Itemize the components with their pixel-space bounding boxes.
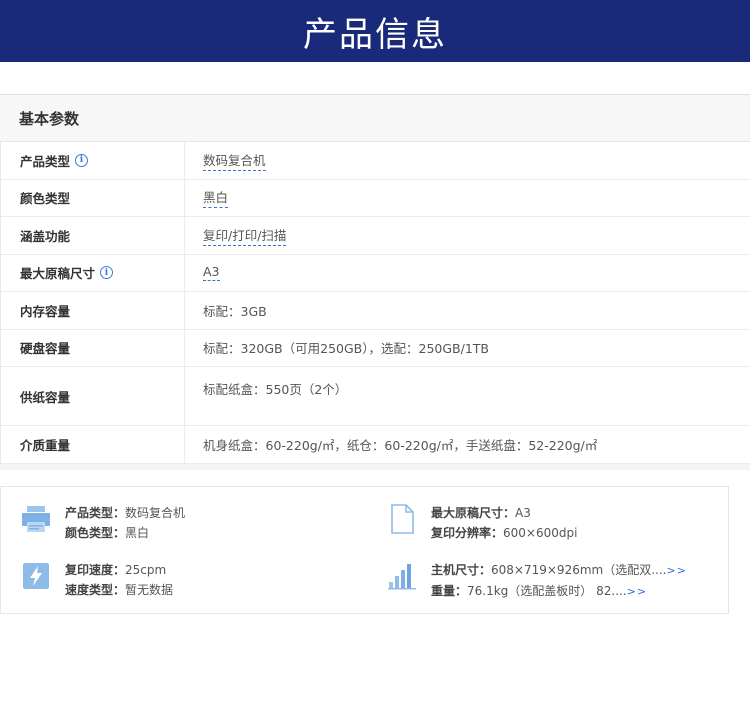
summary-value: 76.1kg（选配盖板时） 82.... <box>467 584 627 598</box>
param-label-text: 内存容量 <box>20 303 71 319</box>
param-row-max-original-size: 最大原稿尺寸 i A3 <box>1 254 750 292</box>
summary-item-speed: 复印速度：25cpm 速度类型：暂无数据 <box>21 560 173 600</box>
param-label: 颜色类型 <box>1 179 185 216</box>
more-link[interactable]: >> <box>627 585 647 598</box>
size-chart-icon <box>387 560 417 592</box>
param-value: 数码复合机 <box>185 142 750 179</box>
params-header-title: 基本参数 <box>19 109 80 128</box>
summary-item-type: 产品类型：数码复合机 颜色类型：黑白 <box>21 503 185 543</box>
param-label-text: 供纸容量 <box>20 389 71 405</box>
summary-line: 重量：76.1kg（选配盖板时） 82....>> <box>431 581 687 602</box>
param-value: 标配纸盒：550页（2个） <box>185 367 750 425</box>
param-value-link[interactable]: A3 <box>203 264 220 282</box>
summary-value: 25cpm <box>125 563 167 577</box>
param-row-product-type: 产品类型 i 数码复合机 <box>1 142 750 180</box>
param-row-memory: 内存容量 标配：3GB <box>1 292 750 330</box>
summary-line: 速度类型：暂无数据 <box>65 580 173 600</box>
param-label: 最大原稿尺寸 i <box>1 254 185 291</box>
summary-key: 速度类型： <box>65 583 126 597</box>
param-value-text: 标配：320GB（可用250GB），选配：250GB/1TB <box>203 341 489 357</box>
summary-key: 复印分辨率： <box>431 526 504 540</box>
param-row-functions: 涵盖功能 复印/打印/扫描 <box>1 217 750 255</box>
param-row-paper-capacity: 供纸容量 标配纸盒：550页（2个） <box>1 367 750 426</box>
param-label: 供纸容量 <box>1 367 185 425</box>
param-value: 复印/打印/扫描 <box>185 217 750 254</box>
summary-line: 主机尺寸：608×719×926mm（选配双....>> <box>431 560 687 581</box>
summary-line: 产品类型：数码复合机 <box>65 503 185 523</box>
summary-value: 608×719×926mm（选配双.... <box>491 563 667 577</box>
param-row-media-weight: 介质重量 机身纸盒：60-220g/㎡，纸仓：60-220g/㎡，手送纸盘：52… <box>1 426 750 464</box>
param-label: 内存容量 <box>1 292 185 329</box>
summary-line: 最大原稿尺寸：A3 <box>431 503 577 523</box>
param-label-text: 介质重量 <box>20 437 71 453</box>
summary-item-original: 最大原稿尺寸：A3 复印分辨率：600×600dpi <box>387 503 577 543</box>
param-value-link[interactable]: 数码复合机 <box>203 150 266 171</box>
summary-key: 最大原稿尺寸： <box>431 506 516 520</box>
summary-lines: 主机尺寸：608×719×926mm（选配双....>> 重量：76.1kg（选… <box>431 560 687 602</box>
more-link[interactable]: >> <box>666 564 686 577</box>
param-value-link[interactable]: 黑白 <box>203 187 229 209</box>
param-label-text: 产品类型 <box>20 153 71 169</box>
param-value-text: 机身纸盒：60-220g/㎡，纸仓：60-220g/㎡，手送纸盘：52-220g… <box>203 437 598 453</box>
banner-title: 产品信息 <box>303 14 447 55</box>
summary-value: 黑白 <box>125 526 150 540</box>
summary-key: 颜色类型： <box>65 526 126 540</box>
param-label: 硬盘容量 <box>1 329 185 366</box>
summary-lines: 最大原稿尺寸：A3 复印分辨率：600×600dpi <box>431 503 577 543</box>
param-value-text: 标配纸盒：550页（2个） <box>203 382 348 397</box>
param-value: 标配：320GB（可用250GB），选配：250GB/1TB <box>185 330 750 367</box>
param-value-text: 标配：3GB <box>203 303 267 319</box>
summary-line: 复印速度：25cpm <box>65 560 173 580</box>
info-icon[interactable]: i <box>100 266 114 280</box>
summary-lines: 产品类型：数码复合机 颜色类型：黑白 <box>65 503 185 543</box>
basic-params-section: 基本参数 产品类型 i 数码复合机 颜色类型 黑白 涵盖功能 复印/打印/扫描 … <box>0 94 750 470</box>
summary-value: 600×600dpi <box>503 526 578 540</box>
summary-key: 产品类型： <box>65 506 126 520</box>
summary-value: 暂无数据 <box>125 583 174 597</box>
info-icon[interactable]: i <box>75 153 89 167</box>
param-row-hard-disk: 硬盘容量 标配：320GB（可用250GB），选配：250GB/1TB <box>1 329 750 367</box>
param-value: 黑白 <box>185 180 750 217</box>
summary-panel: 产品类型：数码复合机 颜色类型：黑白 最大原稿尺寸：A3 复印分辨率：600×6… <box>0 486 729 614</box>
param-label-text: 涵盖功能 <box>20 228 71 244</box>
summary-key: 重量： <box>431 584 468 598</box>
param-label-text: 颜色类型 <box>20 191 71 207</box>
param-value: A3 <box>185 255 750 292</box>
summary-value: 数码复合机 <box>125 506 186 520</box>
param-value: 标配：3GB <box>185 292 750 329</box>
param-label-text: 最大原稿尺寸 <box>20 266 96 282</box>
printer-icon <box>21 503 51 535</box>
summary-line: 复印分辨率：600×600dpi <box>431 523 577 543</box>
params-header: 基本参数 <box>0 95 750 142</box>
summary-lines: 复印速度：25cpm 速度类型：暂无数据 <box>65 560 173 600</box>
summary-item-size: 主机尺寸：608×719×926mm（选配双....>> 重量：76.1kg（选… <box>387 560 687 602</box>
summary-key: 复印速度： <box>65 563 126 577</box>
params-table: 产品类型 i 数码复合机 颜色类型 黑白 涵盖功能 复印/打印/扫描 最大原稿尺… <box>0 142 750 464</box>
param-row-color-type: 颜色类型 黑白 <box>1 179 750 217</box>
summary-line: 颜色类型：黑白 <box>65 523 185 543</box>
param-label-text: 硬盘容量 <box>20 341 71 357</box>
summary-key: 主机尺寸： <box>431 563 492 577</box>
param-value-link[interactable]: 复印/打印/扫描 <box>203 225 287 246</box>
param-label: 介质重量 <box>1 426 185 463</box>
param-label: 产品类型 i <box>1 142 185 179</box>
summary-value: A3 <box>515 506 531 520</box>
page-banner: 产品信息 <box>0 0 750 62</box>
param-value: 机身纸盒：60-220g/㎡，纸仓：60-220g/㎡，手送纸盘：52-220g… <box>185 426 750 463</box>
param-label: 涵盖功能 <box>1 217 185 254</box>
lightning-icon <box>21 560 51 592</box>
document-icon <box>387 503 417 535</box>
